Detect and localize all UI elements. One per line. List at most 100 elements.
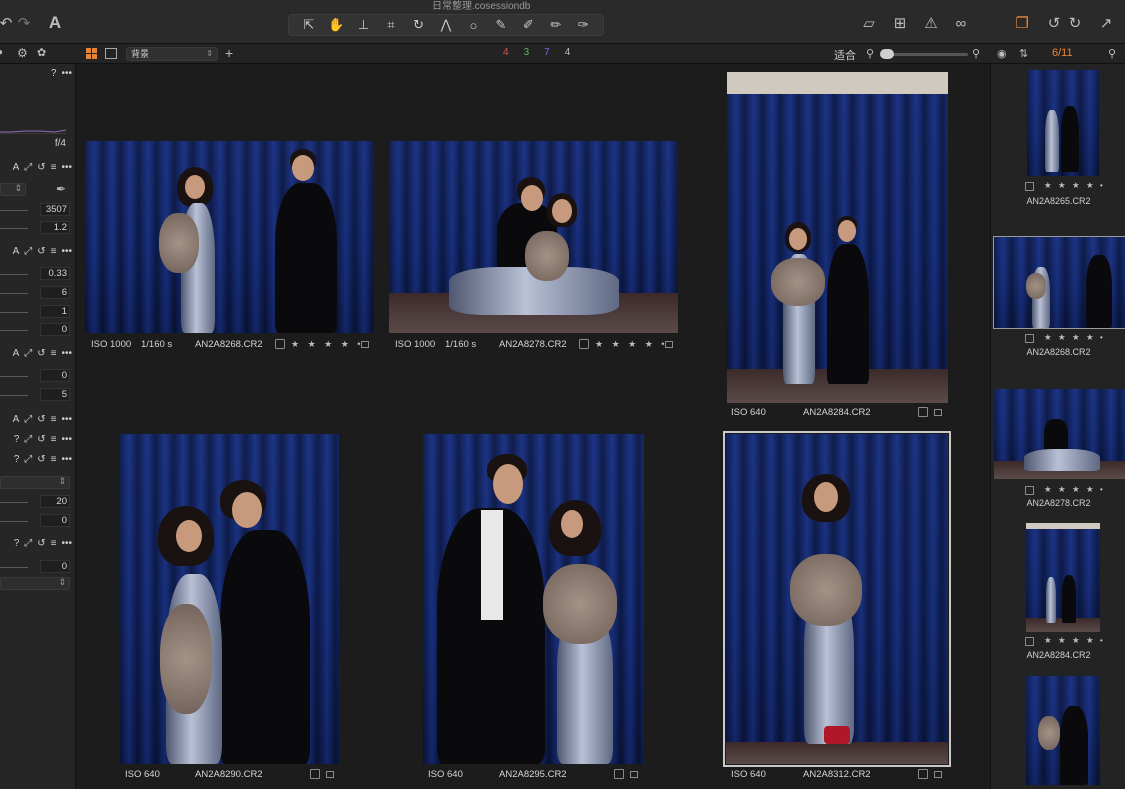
shadow-slider[interactable] [0,395,28,396]
more-icon[interactable]: ••• [61,68,72,82]
exposure-value[interactable]: 0.33 [40,267,70,280]
contrast-value[interactable]: 6 [40,286,70,299]
rating-stars[interactable]: ★ ★ ★ ★ • [1044,180,1105,191]
select-checkbox[interactable] [918,407,928,417]
eraser-icon[interactable]: ✏ [545,17,567,33]
select-checkbox[interactable] [614,769,624,779]
menu-icon[interactable]: ≡ [51,538,57,552]
metadata-icon[interactable] [934,408,942,416]
auto-icon[interactable]: A [13,414,20,428]
rating-stars[interactable]: ★ ★ ★ ★ • [595,339,667,350]
more-icon[interactable]: ••• [61,454,72,468]
brightness-slider[interactable] [0,312,28,313]
structure-slider[interactable] [0,521,28,522]
shadow-value[interactable]: 5 [40,388,70,401]
search-icon[interactable]: ⚲ [1108,47,1116,60]
menu-icon[interactable]: ≡ [51,414,57,428]
brush-icon[interactable]: ✎ [490,17,512,33]
palette-icon[interactable]: ✿ [37,46,46,59]
vignette-method-select[interactable]: ⇕ [0,577,70,590]
saturation-value[interactable]: 0 [40,323,70,336]
reset-icon[interactable]: ↺ [37,538,45,552]
add-icon[interactable]: + [225,45,233,61]
clarity-slider[interactable] [0,502,28,503]
more-icon[interactable]: ••• [61,538,72,552]
filmstrip-thumbnail[interactable] [994,389,1125,479]
rating-stars[interactable]: ★ ★ ★ ★ • [1044,635,1105,646]
gear-icon[interactable]: ⚙ [17,46,28,60]
zoom-slider-thumb[interactable] [880,49,894,59]
structure-value[interactable]: 0 [40,514,70,527]
metadata-icon[interactable] [326,770,334,778]
select-checkbox[interactable] [918,769,928,779]
photo-thumbnail[interactable] [389,141,678,333]
sort-icon[interactable]: ⇅ [1019,47,1028,60]
photo-thumbnail[interactable] [423,434,644,764]
undo-icon[interactable]: ↶ [0,12,14,34]
compare-icon[interactable]: ▱ [859,12,879,34]
pen-icon[interactable]: ✐ [517,17,539,33]
auto-icon[interactable]: A [13,246,20,260]
contrast-slider[interactable] [0,293,28,294]
eye-icon[interactable]: ◉ [997,47,1007,60]
reset-icon[interactable]: ↺ [37,454,45,468]
picker-icon[interactable]: ⤢ [24,538,32,552]
tint-value[interactable]: 1.2 [40,221,70,234]
rating-stars[interactable]: ★ ★ ★ ★ • [1044,484,1105,495]
count-green[interactable]: 3 [524,47,530,58]
help-icon[interactable]: ? [14,538,20,552]
photo-thumbnail[interactable] [727,72,948,403]
export-arrow-icon[interactable]: ↗ [1097,12,1115,34]
menu-icon[interactable]: ≡ [51,348,57,362]
menu-icon[interactable]: ≡ [51,454,57,468]
single-view-icon[interactable] [105,48,117,59]
kelvin-slider[interactable] [0,210,28,211]
fit-button[interactable]: 适合 [834,47,856,63]
help-icon[interactable]: ? [14,454,20,468]
saturation-slider[interactable] [0,330,28,331]
select-checkbox[interactable] [1025,486,1034,495]
reset-icon[interactable]: ↺ [37,348,45,362]
photo-thumbnail[interactable] [120,434,339,764]
clarity-method-select[interactable]: ⇕ [0,476,70,489]
reset-icon[interactable]: ↺ [37,434,45,448]
stack-icon[interactable]: ❐ [1012,12,1032,34]
metadata-icon[interactable] [934,770,942,778]
eyedropper-icon[interactable]: ✒ [56,182,66,196]
count-blue[interactable]: 7 [544,47,550,58]
metadata-icon[interactable] [665,340,673,348]
redo-icon[interactable]: ↷ [16,12,32,34]
camera-icon[interactable]: ◑ [0,47,3,58]
highlight-slider[interactable] [0,376,28,377]
grid-view-icon[interactable] [86,48,98,59]
more-icon[interactable]: ••• [61,246,72,260]
vignette-value[interactable]: 0 [40,560,70,573]
menu-icon[interactable]: ≡ [51,246,57,260]
reset-icon[interactable]: ↺ [37,246,45,260]
count-red[interactable]: 4 [503,47,509,58]
kelvin-value[interactable]: 3507 [40,203,70,216]
mode-select[interactable]: ⇕ [0,183,26,196]
help-icon[interactable]: ? [14,434,20,448]
select-checkbox[interactable] [275,339,285,349]
brightness-value[interactable]: 1 [40,305,70,318]
select-checkbox[interactable] [1025,182,1034,191]
rating-stars[interactable]: ★ ★ ★ ★ • [291,339,363,350]
zoom-out-icon[interactable]: ⚲ [866,47,874,60]
more-icon[interactable]: ••• [61,162,72,176]
filmstrip-thumbnail[interactable] [993,236,1125,329]
gradient-pen-icon[interactable]: ✑ [572,17,594,33]
menu-icon[interactable]: ≡ [51,162,57,176]
keystone-icon[interactable]: ⋀ [435,17,457,33]
rotate-right-icon[interactable]: ↻ [1066,12,1084,34]
count-all[interactable]: 4 [565,47,571,58]
circle-mask-icon[interactable]: ○ [462,18,484,33]
photo-thumbnail-selected[interactable] [723,431,951,767]
text-tool-icon[interactable]: A [46,12,64,34]
crop-icon[interactable]: ⌗ [380,17,402,33]
auto-icon[interactable]: A [13,348,20,362]
more-icon[interactable]: ••• [61,348,72,362]
album-select[interactable]: 背景 ⇕ [126,47,218,61]
clarity-value[interactable]: 20 [40,495,70,508]
metadata-icon[interactable] [361,340,369,348]
